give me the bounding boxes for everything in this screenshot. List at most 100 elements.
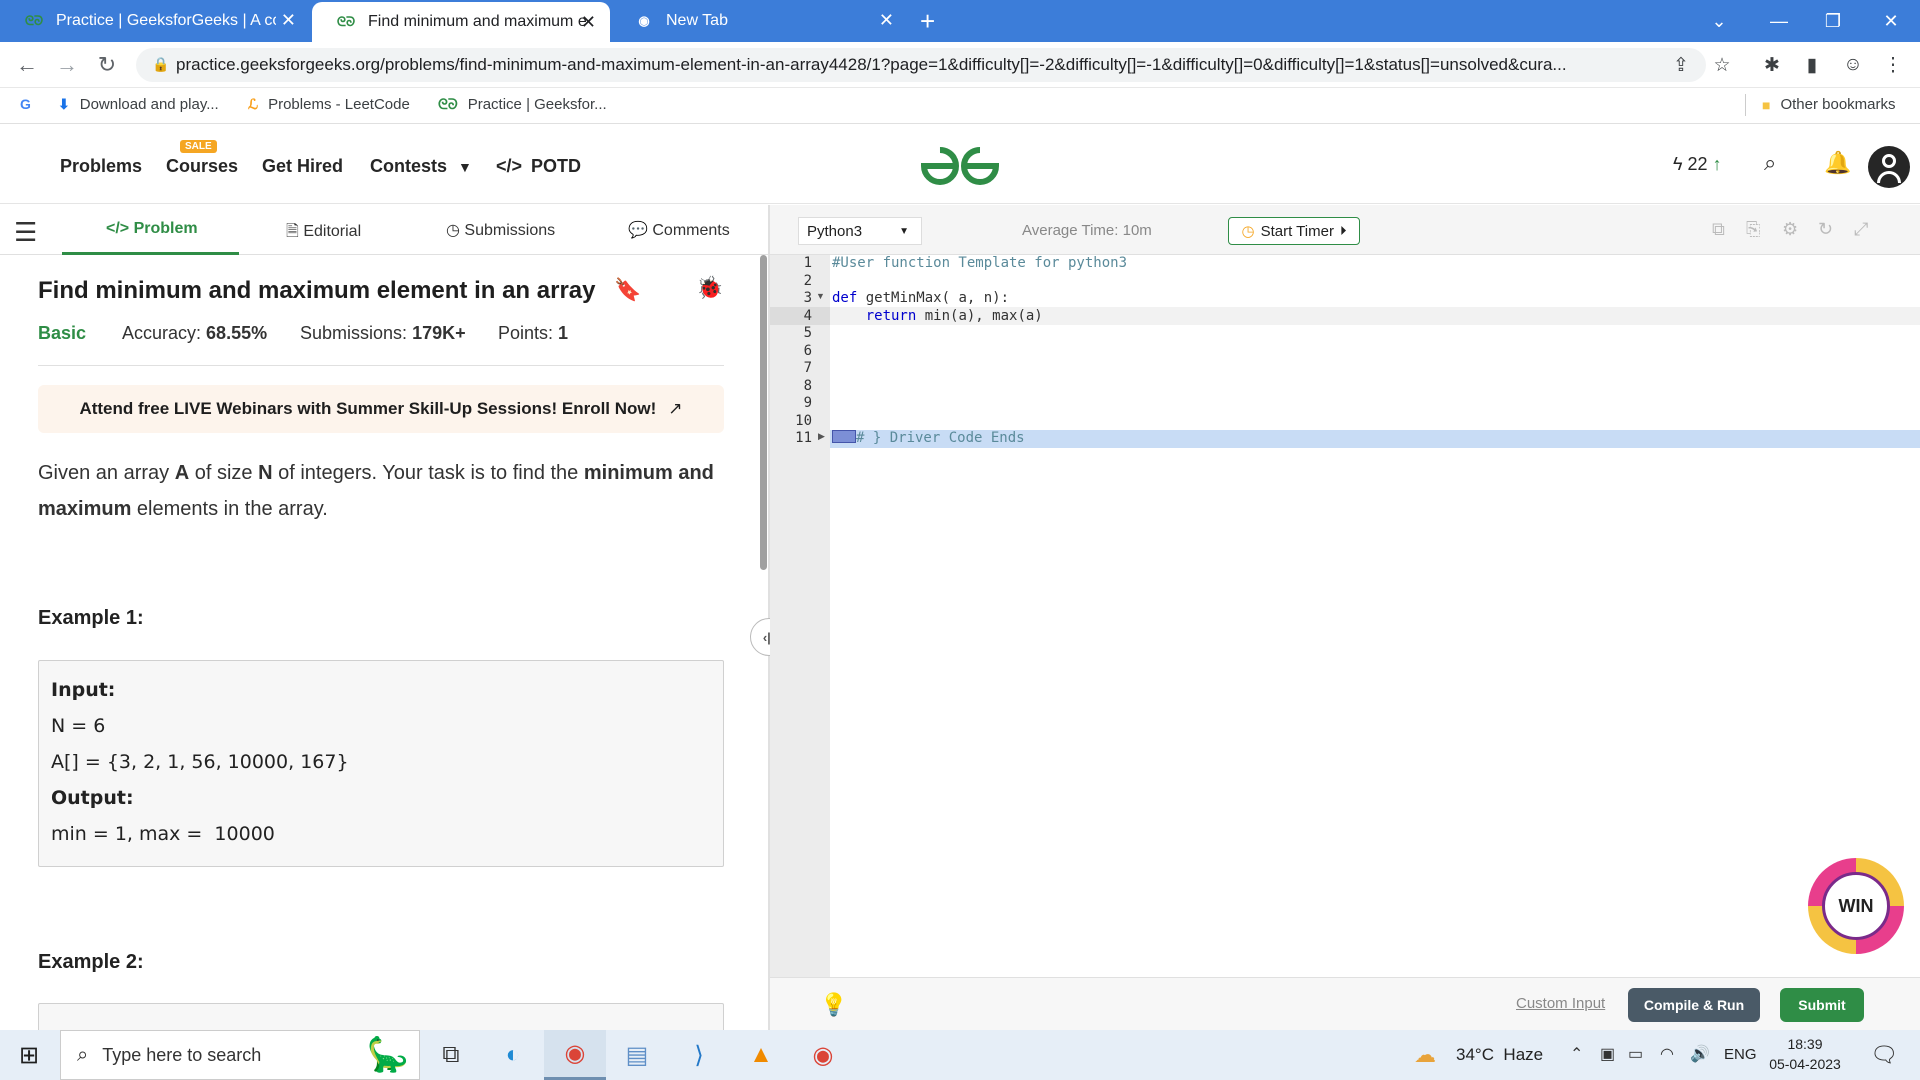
points-value: 1 xyxy=(558,323,569,343)
close-icon[interactable]: ✕ xyxy=(281,11,296,29)
back-icon[interactable]: ← xyxy=(12,50,42,80)
line-number: 7 xyxy=(803,360,812,376)
bookmark-gfg[interactable]: ᘓᘐ Practice | Geeksfor... xyxy=(438,96,607,113)
fullscreen-icon[interactable]: ⤢ xyxy=(1854,219,1868,240)
chevron-up-icon[interactable]: ⌃ xyxy=(1570,1044,1583,1064)
close-icon[interactable]: ✕ xyxy=(879,11,894,29)
chrome-profile-icon[interactable]: ◉ xyxy=(792,1030,854,1080)
edge-icon[interactable]: ◐ xyxy=(482,1030,544,1080)
close-icon[interactable]: ✕ xyxy=(581,13,596,31)
nav-courses[interactable]: Courses xyxy=(166,156,238,177)
fold-marker-icon[interactable] xyxy=(832,430,856,443)
notification-icon[interactable]: 🗨 xyxy=(1870,1042,1898,1068)
problem-title: Find minimum and maximum element in an a… xyxy=(38,277,596,304)
taskbar-search[interactable]: ⌕ Type here to search 🦕 xyxy=(60,1030,420,1080)
chrome-icon[interactable]: ◉ xyxy=(544,1030,606,1080)
windows-taskbar: ⊞ ⌕ Type here to search 🦕 ⧉ ◐ ◉ ▤ ⟩ ▲ ◉ … xyxy=(0,1030,1920,1080)
meet-icon[interactable]: ▣ xyxy=(1600,1044,1615,1064)
sidepanel-icon[interactable]: ▮ xyxy=(1797,50,1827,80)
difficulty-badge: Basic xyxy=(38,323,87,343)
weather-text[interactable]: 34°C Haze xyxy=(1456,1045,1543,1065)
browser-tab-practice[interactable]: ᘓᘐ Practice | GeeksforGeeks | A com ✕ xyxy=(0,0,310,42)
share-icon[interactable]: ⇪ xyxy=(1666,50,1696,80)
win-badge[interactable]: WIN xyxy=(1808,858,1904,954)
bell-icon[interactable]: 🔔 xyxy=(1824,150,1851,176)
tab-comments[interactable]: 💬 Comments xyxy=(628,220,730,240)
problem-scrollbar[interactable] xyxy=(760,255,767,570)
hamburger-icon[interactable]: ☰ xyxy=(14,217,37,248)
url-field[interactable]: 🔒 practice.geeksforgeeks.org/problems/fi… xyxy=(136,48,1706,82)
profile-avatar[interactable]: ☺ xyxy=(1838,50,1868,80)
streak-counter[interactable]: ϟ 22 ↑ xyxy=(1673,154,1722,175)
google-icon[interactable]: G xyxy=(20,96,41,112)
tab-search-icon[interactable]: ⌄ xyxy=(1694,0,1744,42)
windows-start-icon[interactable]: ⊞ xyxy=(0,1030,58,1080)
menu-dots-icon[interactable]: ⋮ xyxy=(1878,50,1908,80)
site-header: Problems SALE Courses Get Hired Contests… xyxy=(0,128,1920,204)
extensions-icon[interactable]: ✱ xyxy=(1757,50,1787,80)
task-view-icon[interactable]: ⧉ xyxy=(420,1030,482,1080)
browser-tab-newtab[interactable]: ◉ New Tab ✕ xyxy=(610,0,908,42)
window-close-icon[interactable]: ✕ xyxy=(1866,0,1916,42)
compile-run-button[interactable]: Compile & Run xyxy=(1628,988,1760,1022)
restore-icon[interactable]: ❐ xyxy=(1808,0,1858,42)
bookmark-icon[interactable]: 🔖 xyxy=(614,277,641,303)
output-label: Output: xyxy=(51,787,134,809)
star-icon[interactable]: ☆ xyxy=(1707,50,1737,80)
example2-heading: Example 2: xyxy=(38,951,144,973)
fold-arrow-icon[interactable]: ▼ xyxy=(816,291,825,301)
language-indicator[interactable]: ENG xyxy=(1724,1046,1757,1063)
line-number: 8 xyxy=(803,377,812,394)
line-number: 9 xyxy=(803,395,812,411)
nav-potd[interactable]: </> POTD xyxy=(496,156,581,177)
clock-time[interactable]: 18:39 xyxy=(1768,1036,1842,1052)
start-timer-button[interactable]: ◷ Start Timer ⏵ xyxy=(1228,217,1360,245)
bookmark-leetcode[interactable]: ℒ Problems - LeetCode xyxy=(248,96,410,113)
nav-get-hired[interactable]: Get Hired xyxy=(262,156,343,177)
problem-description: Given an array A of size N of integers. … xyxy=(38,462,714,520)
vscode-icon[interactable]: ⟩ xyxy=(668,1030,730,1080)
fold-arrow-icon[interactable]: ▶ xyxy=(818,431,825,442)
copy-icon[interactable]: ⧉ xyxy=(1712,219,1725,240)
tab-editorial[interactable]: 🗎 Editorial xyxy=(286,220,361,247)
code-icon: </> xyxy=(496,156,523,176)
reload-icon[interactable]: ↻ xyxy=(92,50,122,80)
clock-date[interactable]: 05-04-2023 xyxy=(1768,1056,1842,1072)
nav-potd-label: POTD xyxy=(531,156,582,176)
language-select[interactable]: Python3 ▼ xyxy=(798,217,922,245)
nav-contests[interactable]: Contests ▼ xyxy=(370,156,472,177)
paste-icon[interactable]: ⎘ xyxy=(1746,219,1760,240)
reset-icon[interactable]: ↻ xyxy=(1818,219,1833,240)
start-timer-label: Start Timer xyxy=(1260,222,1334,240)
new-tab-button[interactable]: + xyxy=(920,6,935,37)
other-bookmarks[interactable]: ■ Other bookmarks xyxy=(1762,96,1896,113)
address-bar-row: ← → ↻ 🔒 practice.geeksforgeeks.org/probl… xyxy=(0,42,1920,88)
file-explorer-icon[interactable]: ▤ xyxy=(606,1030,668,1080)
tab-submissions[interactable]: ◷ Submissions xyxy=(446,220,555,240)
gfg-logo[interactable] xyxy=(918,144,1002,188)
volume-icon[interactable]: 🔊 xyxy=(1690,1044,1710,1064)
code-editor[interactable]: #User function Template for python3 def … xyxy=(830,255,1920,977)
tab-problem[interactable]: </> Problem xyxy=(106,220,198,238)
webinar-banner[interactable]: Attend free LIVE Webinars with Summer Sk… xyxy=(38,385,724,433)
code-line-3: def getMinMax( a, n): xyxy=(832,290,1010,306)
wifi-icon[interactable]: ◠ xyxy=(1660,1044,1674,1064)
settings-icon[interactable]: ⚙ xyxy=(1782,219,1798,240)
bug-report-icon[interactable]: 🐞 xyxy=(696,275,723,301)
vlc-icon[interactable]: ▲ xyxy=(730,1030,792,1080)
bookmark-download[interactable]: ⬇ Download and play... xyxy=(58,96,219,113)
tab-problem-label: Problem xyxy=(133,220,198,237)
nav-problems[interactable]: Problems xyxy=(60,156,142,177)
submit-button[interactable]: Submit xyxy=(1780,988,1864,1022)
url-text: practice.geeksforgeeks.org/problems/find… xyxy=(176,55,1567,74)
browser-tab-active[interactable]: ᘓᘐ Find minimum and maximum ele ✕ xyxy=(312,2,610,42)
document-icon: 🗎 xyxy=(286,223,299,240)
search-icon[interactable]: ⌕ xyxy=(1764,150,1776,176)
forward-icon[interactable]: → xyxy=(52,50,82,80)
lightbulb-icon[interactable]: 💡 xyxy=(820,992,847,1018)
battery-icon[interactable]: ▭ xyxy=(1628,1044,1643,1064)
custom-input-link[interactable]: Custom Input xyxy=(1516,995,1605,1012)
avatar[interactable] xyxy=(1868,146,1910,188)
minimize-icon[interactable]: — xyxy=(1754,0,1804,42)
search-placeholder: Type here to search xyxy=(102,1044,262,1065)
